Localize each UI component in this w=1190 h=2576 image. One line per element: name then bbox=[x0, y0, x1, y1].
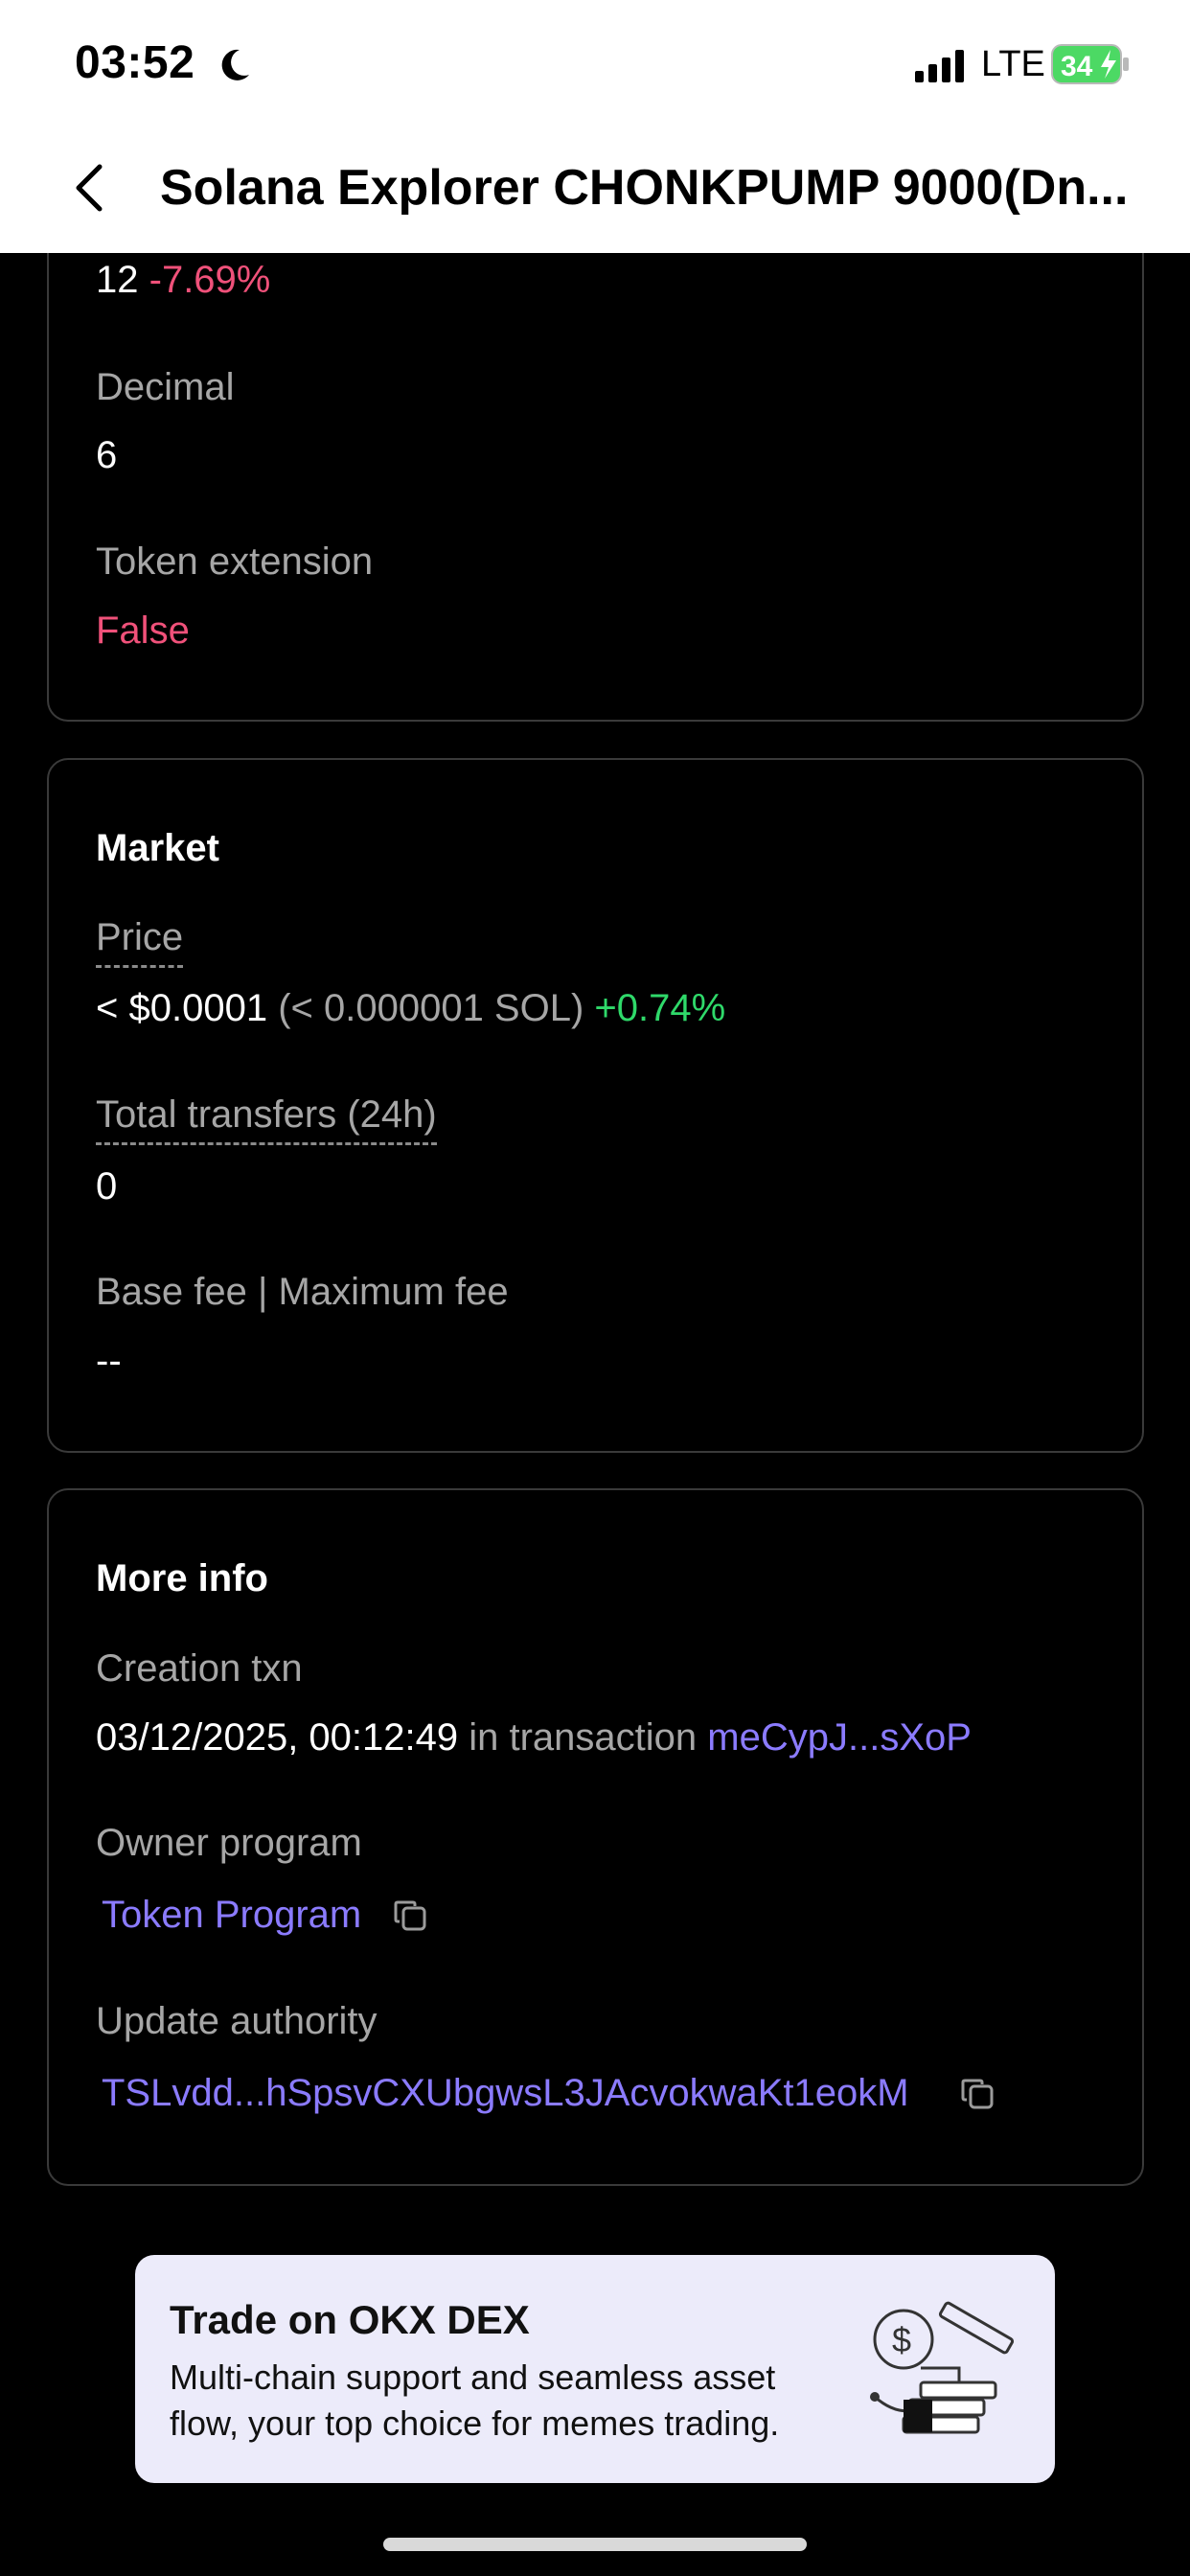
holders-change: -7.69% bbox=[149, 259, 271, 301]
creation-txn-label: Creation txn bbox=[96, 1647, 303, 1690]
token-extension-value: False bbox=[96, 610, 190, 652]
copy-icon[interactable] bbox=[392, 1897, 430, 1935]
price-row: < $0.0001 (< 0.000001 SOL) +0.74% bbox=[96, 987, 725, 1030]
creation-tx-link[interactable]: meCypJ...sXoP bbox=[707, 1716, 972, 1759]
total-transfers-value: 0 bbox=[96, 1165, 118, 1208]
network-label: LTE bbox=[981, 44, 1045, 84]
top-bar: 03:52 LTE 34 Solana Explorer CHONKPUMP 9… bbox=[0, 0, 1190, 253]
creation-in-label: in transaction bbox=[469, 1716, 698, 1759]
holders-row: 12 -7.69% bbox=[96, 259, 270, 302]
status-time: 03:52 bbox=[75, 37, 195, 88]
price-label[interactable]: Price bbox=[96, 916, 184, 968]
dollar-coin-stack-icon: $ bbox=[870, 2301, 1015, 2434]
battery-level: 34 bbox=[1061, 51, 1093, 82]
update-authority-link[interactable]: TSLvdd...hSpsvCXUbgwsL3JAcvokwaKt1eokM bbox=[102, 2072, 909, 2115]
holders-value: 12 bbox=[96, 259, 139, 301]
token-extension-label: Token extension bbox=[96, 540, 374, 583]
price-sol: (< 0.000001 SOL) bbox=[278, 987, 584, 1029]
promo-title: Trade on OKX DEX bbox=[170, 2297, 530, 2342]
more-info-card: More info Creation txn 03/12/2025, 00:12… bbox=[47, 1488, 1144, 2186]
signal-icon bbox=[915, 50, 964, 82]
page-title: Solana Explorer CHONKPUMP 9000(Dn... bbox=[160, 160, 1128, 216]
copy-icon[interactable] bbox=[959, 2075, 997, 2113]
okx-dex-promo-banner[interactable]: Trade on OKX DEX Multi-chain support and… bbox=[135, 2255, 1055, 2483]
svg-text:$: $ bbox=[892, 2320, 911, 2359]
total-transfers-label[interactable]: Total transfers (24h) bbox=[96, 1093, 437, 1145]
screen: 03:52 LTE 34 Solana Explorer CHONKPUMP 9… bbox=[0, 0, 1190, 2576]
decimal-label: Decimal bbox=[96, 366, 235, 408]
home-indicator bbox=[383, 2538, 807, 2551]
price-change: +0.74% bbox=[594, 987, 726, 1029]
owner-program-label: Owner program bbox=[96, 1822, 362, 1864]
token-details-card: 12 -7.69% Decimal 6 Token extension Fals… bbox=[47, 192, 1144, 722]
decimal-value: 6 bbox=[96, 434, 118, 476]
battery-icon: 34 bbox=[1051, 44, 1129, 84]
price-value: < $0.0001 bbox=[96, 987, 268, 1029]
moon-icon bbox=[221, 49, 249, 80]
market-card: Market Price < $0.0001 (< 0.000001 SOL) … bbox=[47, 758, 1144, 1453]
creation-txn-row: 03/12/2025, 00:12:49 in transaction meCy… bbox=[96, 1716, 972, 1760]
chevron-left-icon[interactable] bbox=[71, 161, 109, 215]
update-authority-label: Update authority bbox=[96, 2000, 378, 2042]
fee-value: -- bbox=[96, 1340, 122, 1382]
promo-description: Multi-chain support and seamless asset f… bbox=[170, 2358, 780, 2443]
owner-program-link[interactable]: Token Program bbox=[102, 1894, 361, 1937]
more-info-title: More info bbox=[96, 1557, 268, 1599]
market-title: Market bbox=[96, 827, 219, 869]
creation-date: 03/12/2025, 00:12:49 bbox=[96, 1716, 459, 1759]
fee-label: Base fee | Maximum fee bbox=[96, 1271, 509, 1313]
